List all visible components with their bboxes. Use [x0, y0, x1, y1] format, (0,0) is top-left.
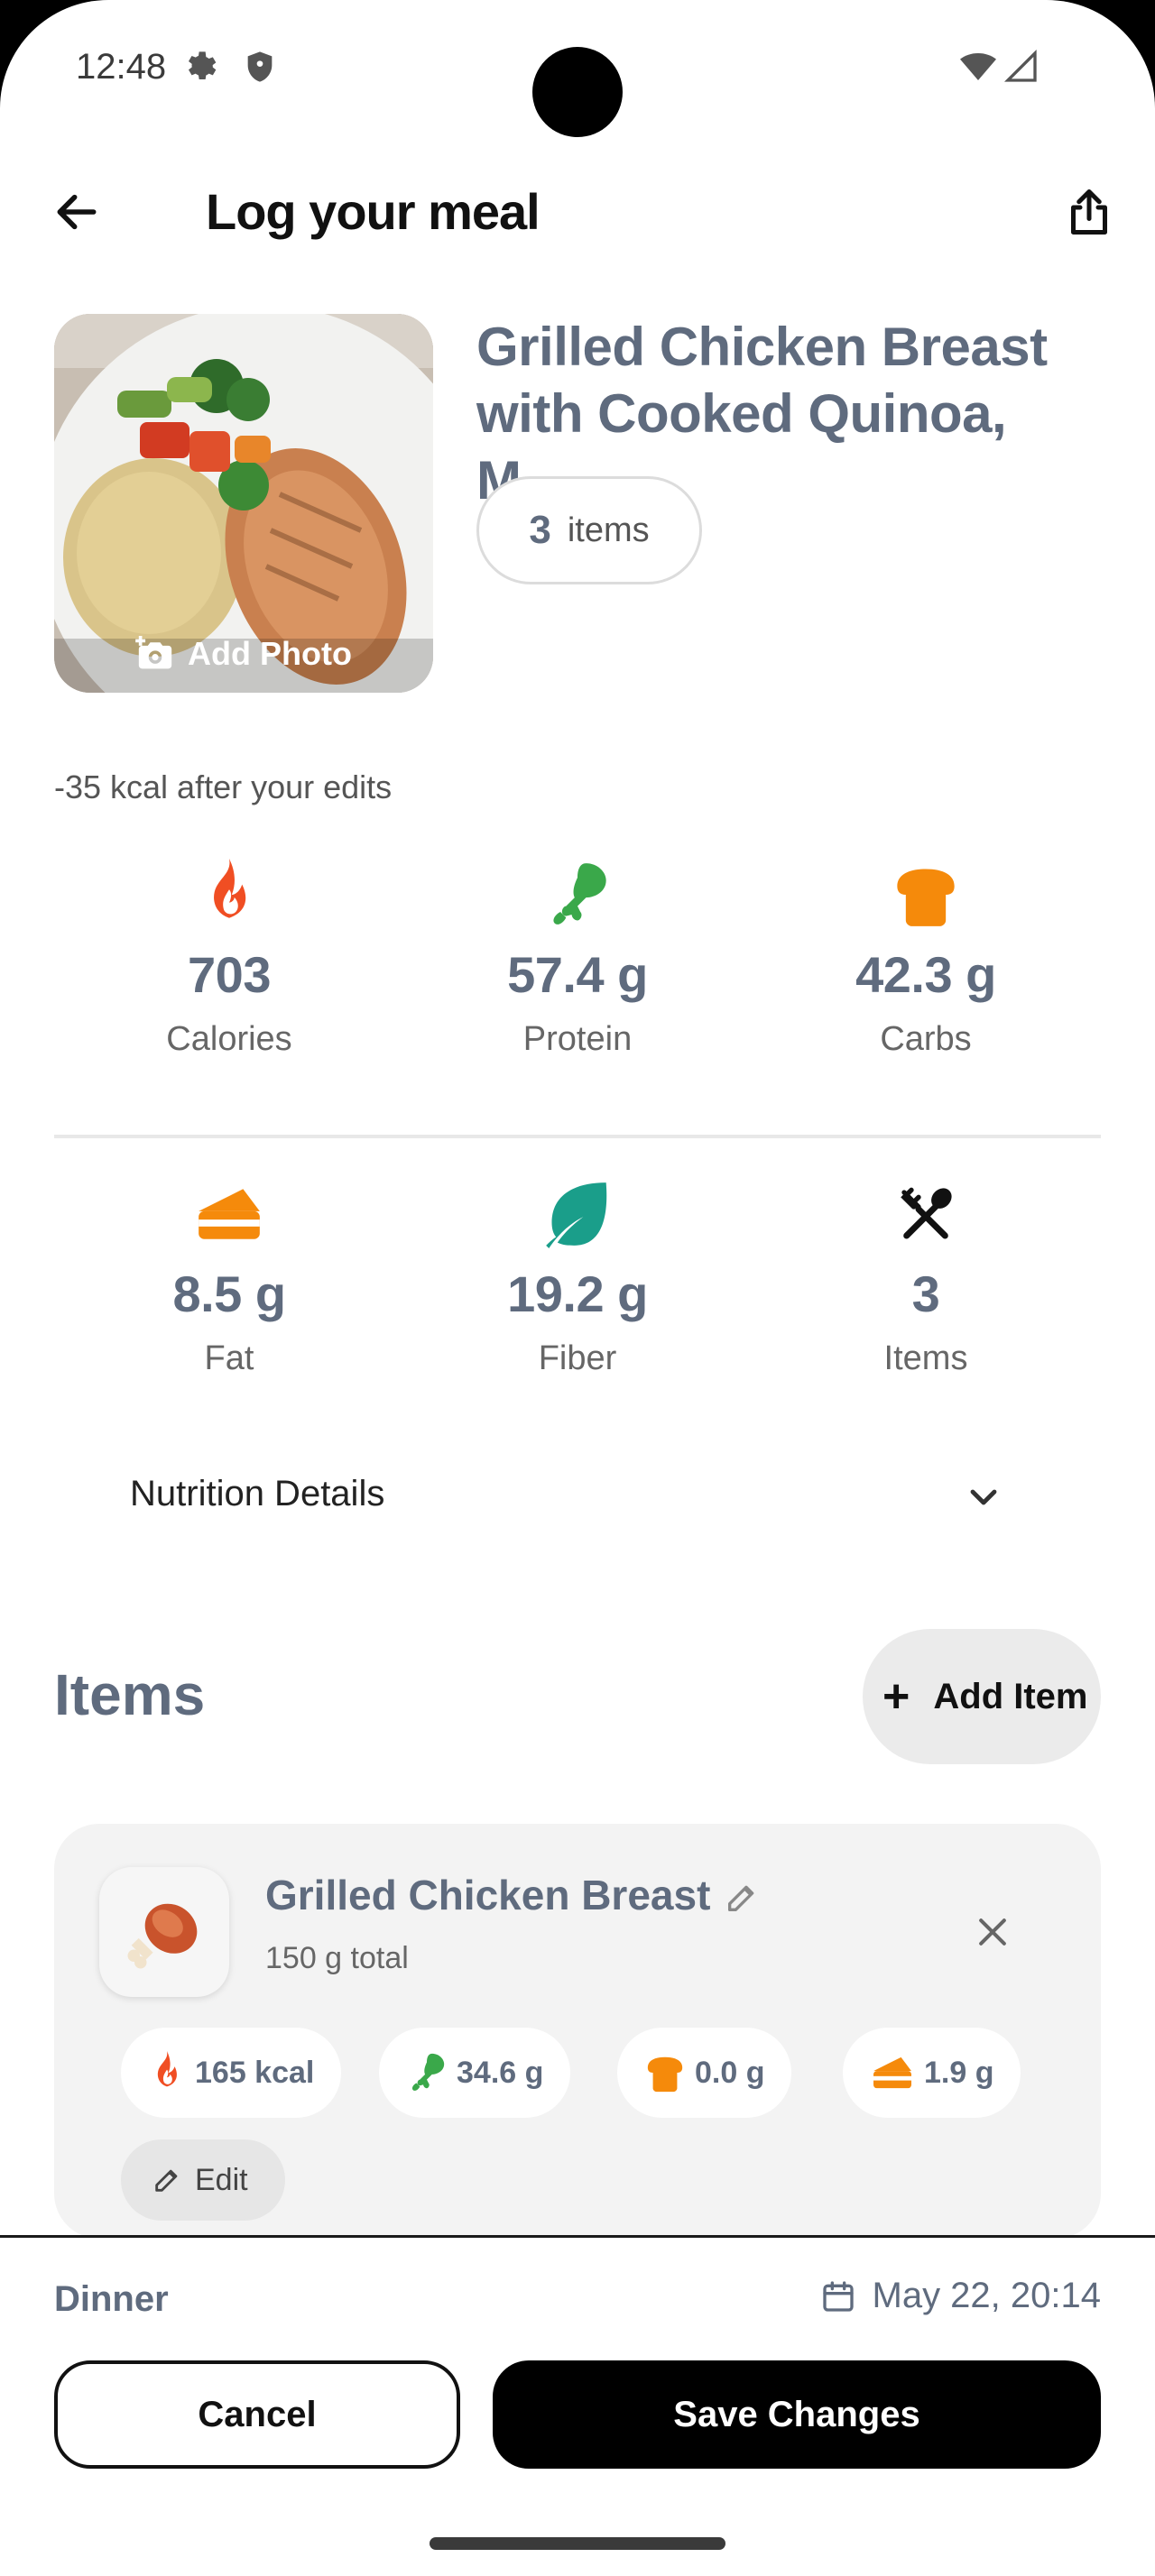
- food-thumbnail: [99, 1867, 229, 1997]
- datetime-text: May 22, 20:14: [872, 2276, 1102, 2315]
- bread-icon: [897, 869, 955, 926]
- home-indicator[interactable]: [430, 2537, 725, 2550]
- edit-item-button[interactable]: Edit: [121, 2139, 285, 2221]
- items-count: 3: [529, 508, 551, 552]
- calendar-icon: [822, 2280, 854, 2312]
- wifi-icon: [960, 53, 996, 80]
- stat-calories: 703 Calories: [94, 859, 365, 1059]
- pencil-icon: [155, 2169, 178, 2192]
- plus-icon: +: [882, 1670, 910, 1723]
- share-icon: [1071, 189, 1107, 235]
- stat-value: 57.4 g: [507, 946, 648, 1003]
- utensils-icon: [901, 1187, 952, 1239]
- item-fat-chip: 1.9 g: [843, 2028, 1021, 2118]
- bread-icon: [647, 2056, 683, 2093]
- calorie-edit-note: -35 kcal after your edits: [54, 768, 393, 805]
- add-item-button[interactable]: + Add Item: [863, 1629, 1101, 1764]
- items-count-pill[interactable]: 3 items: [476, 476, 702, 584]
- stat-value: 42.3 g: [855, 946, 996, 1003]
- chip-text: 165 kcal: [195, 2055, 315, 2090]
- stat-caption: Protein: [522, 1020, 633, 1058]
- item-card[interactable]: Grilled Chicken Breast 150 g total 165 k…: [54, 1824, 1101, 2239]
- save-changes-button[interactable]: Save Changes: [493, 2360, 1101, 2469]
- gear-icon: [189, 51, 217, 79]
- add-photo-label: Add Photo: [188, 635, 352, 672]
- stat-value: 19.2 g: [507, 1265, 648, 1322]
- stat-caption: Fiber: [538, 1339, 617, 1377]
- stat-caption: Calories: [166, 1020, 292, 1058]
- shield-icon: [247, 51, 273, 82]
- cheese-icon: [199, 1189, 260, 1239]
- drumstick-food-icon: [127, 1903, 198, 1969]
- chip-text: 1.9 g: [924, 2055, 994, 2090]
- close-icon: [979, 1918, 1006, 1946]
- meal-type-selector[interactable]: Dinner: [54, 2279, 169, 2320]
- stat-caption: Fat: [204, 1339, 254, 1377]
- nutrition-details-toggle[interactable]: Nutrition Details: [54, 1461, 1101, 1542]
- items-count-label: items: [567, 511, 650, 549]
- share-button[interactable]: [1056, 179, 1123, 245]
- drumstick-icon: [553, 863, 606, 925]
- stat-items: 3 Items: [790, 1178, 1061, 1378]
- app-screen: 12:48 Log your meal Add Photo Grilled Ch…: [0, 0, 1155, 2576]
- item-carbs-chip: 0.0 g: [617, 2028, 792, 2118]
- item-name[interactable]: Grilled Chicken Breast: [265, 1871, 710, 1919]
- chip-text: 34.6 g: [457, 2055, 544, 2090]
- item-calories-chip: 165 kcal: [121, 2028, 342, 2118]
- items-heading: Items: [54, 1662, 206, 1727]
- chip-text: 0.0 g: [695, 2055, 765, 2090]
- flame-icon: [214, 859, 246, 918]
- top-app-bar: Log your meal: [0, 171, 1155, 262]
- arrow-left-icon: [57, 194, 97, 230]
- stat-fiber: 19.2 g Fiber: [442, 1178, 713, 1378]
- add-photo-button[interactable]: Add Photo: [54, 635, 433, 673]
- status-time: 12:48: [76, 47, 167, 87]
- drumstick-icon: [411, 2053, 445, 2091]
- camera-cutout: [532, 47, 623, 137]
- stat-caption: Items: [883, 1339, 968, 1377]
- cancel-button[interactable]: Cancel: [54, 2360, 460, 2469]
- signal-icon: [1003, 49, 1037, 82]
- stat-caption: Carbs: [880, 1020, 972, 1058]
- add-photo-icon: [135, 636, 172, 669]
- stats-divider: [54, 1135, 1101, 1138]
- nutrition-details-label: Nutrition Details: [130, 1474, 385, 1513]
- stat-carbs: 42.3 g Carbs: [790, 859, 1061, 1059]
- chevron-down-icon: [956, 1470, 1011, 1524]
- stat-value: 703: [188, 946, 271, 1003]
- item-weight: 150 g total: [265, 1941, 409, 1975]
- back-button[interactable]: [45, 180, 108, 244]
- item-protein-chip: 34.6 g: [379, 2028, 571, 2118]
- add-item-label: Add Item: [933, 1676, 1088, 1716]
- bottom-action-bar: Dinner May 22, 20:14 Cancel Save Changes: [0, 2235, 1155, 2576]
- stat-protein: 57.4 g Protein: [442, 859, 713, 1059]
- pencil-icon[interactable]: [724, 1880, 760, 1916]
- status-bar: 12:48: [0, 0, 1155, 144]
- remove-item-button[interactable]: [966, 1905, 1020, 1959]
- page-title: Log your meal: [206, 183, 541, 240]
- stat-fat: 8.5 g Fat: [94, 1178, 365, 1378]
- leaf-icon: [546, 1182, 607, 1248]
- datetime-selector[interactable]: May 22, 20:14: [820, 2276, 1102, 2316]
- flame-icon: [157, 2051, 177, 2087]
- cheese-icon: [873, 2056, 911, 2089]
- meal-photo[interactable]: Add Photo: [54, 314, 433, 693]
- stat-value: 8.5 g: [172, 1265, 286, 1322]
- edit-label: Edit: [195, 2162, 248, 2197]
- stat-value: 3: [911, 1265, 940, 1322]
